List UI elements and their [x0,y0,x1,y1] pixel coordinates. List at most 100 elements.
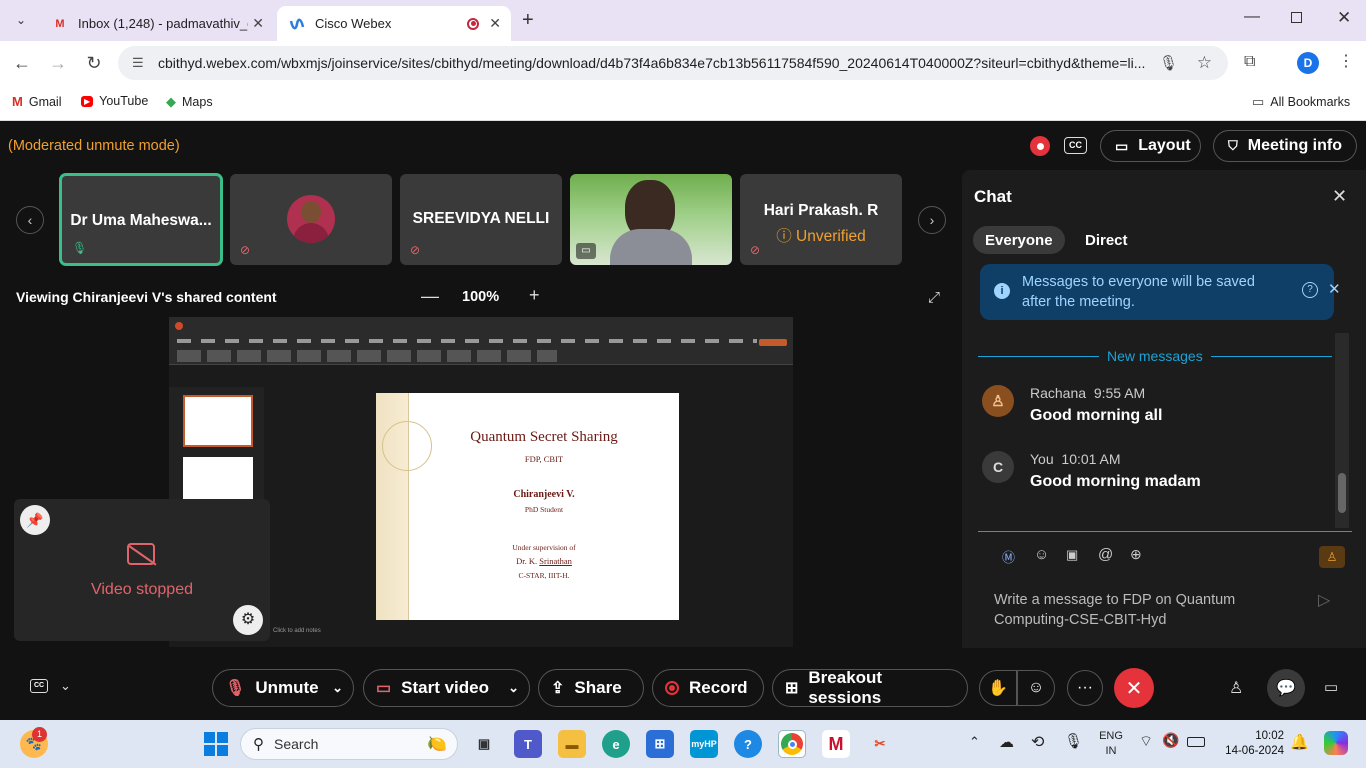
start-video-button[interactable]: ▭ Start video ⌄ [363,669,530,707]
edge-icon[interactable]: e [602,730,630,758]
tab-list-button[interactable]: ⌄ [10,9,32,31]
search-highlight-icon: 🍋 [427,736,447,753]
bookmark-youtube[interactable]: ▶ YouTube [81,94,148,108]
volume-muted-icon[interactable]: 🔇 [1162,732,1179,749]
show-hidden-icons[interactable]: ⌃ [969,734,980,750]
language-indicator[interactable]: ENG IN [1098,729,1124,759]
bookmark-star-icon[interactable]: ☆ [1197,53,1212,73]
taskbar-search[interactable]: ⚲ Search 🍋 [240,728,458,760]
help-icon[interactable]: ? [1302,282,1318,298]
message-text: Good morning madam [1030,473,1201,490]
new-tab-button[interactable]: + [522,9,534,32]
captions-button[interactable]: CC [30,679,48,693]
layout-button[interactable]: ▭ Layout [1100,130,1201,162]
next-participants-button[interactable]: › [918,206,946,234]
notifications-bell-icon[interactable]: 🔔 [1290,733,1309,751]
record-button[interactable]: Record [652,669,764,707]
task-view-icon[interactable]: ▣ [470,730,498,758]
mic-muted-icon: 🎙 [225,680,246,697]
participant-video-tile[interactable]: ▭ [570,174,732,265]
mic-icon[interactable]: 🎙 [1159,54,1178,72]
close-chat-button[interactable]: ✕ [1332,186,1347,207]
browser-menu-icon[interactable]: ⋮ [1338,51,1354,71]
chat-message-input[interactable]: Write a message to FDP on Quantum Comput… [994,590,1314,630]
teams-icon[interactable]: T [514,730,542,758]
chrome-icon[interactable] [778,730,806,758]
maps-icon: ◆ [166,94,176,109]
battery-icon[interactable] [1187,737,1205,747]
reactions-button[interactable]: ☺ [1017,670,1055,706]
minimize-button[interactable]: — [1244,8,1260,26]
close-window-button[interactable]: ✕ [1337,8,1351,28]
forward-button[interactable]: → [48,53,68,74]
chevron-down-icon[interactable]: ⌄ [508,680,519,696]
bookmark-gmail[interactable]: M Gmail [12,94,62,109]
profile-avatar[interactable]: D [1297,52,1319,74]
help-app-icon[interactable]: ? [734,730,762,758]
sync-icon[interactable]: ⟲ [1031,732,1044,752]
mention-icon[interactable]: @ [1098,546,1113,563]
chevron-down-icon[interactable]: ⌄ [60,678,71,694]
attach-icon[interactable]: ⊕ [1130,546,1142,563]
zoom-out-button[interactable]: — [421,286,439,307]
restore-button[interactable] [1291,12,1302,23]
meeting-info-button[interactable]: ⛉ Meeting info [1213,130,1357,162]
browser-tab-bar: ⌄ M Inbox (1,248) - padmavathiv_csé ✕ Ci… [0,0,1366,41]
close-notice-icon[interactable]: ✕ [1328,280,1341,300]
folder-icon: ▭ [1252,94,1265,109]
start-button[interactable] [202,730,230,758]
clock-date: 14-06-2024 [1225,745,1284,757]
close-tab-icon[interactable]: ✕ [489,15,501,32]
unmute-button[interactable]: 🎙 Unmute ⌄ [212,669,354,707]
tab-direct[interactable]: Direct [1073,226,1140,254]
mic-tray-icon[interactable]: 🎙 [1064,732,1083,750]
recording-indicator-icon [1030,136,1050,156]
all-bookmarks[interactable]: ▭ All Bookmarks [1252,94,1350,110]
share-button[interactable]: ⇪ Share [538,669,644,707]
leave-meeting-button[interactable]: ✕ [1114,668,1154,708]
site-info-icon[interactable]: ☰ [132,55,144,71]
expand-icon[interactable]: ⤢ [928,289,940,306]
reload-button[interactable]: ↻ [84,53,104,74]
raise-hand-button[interactable]: ✋ [979,670,1017,706]
gif-icon[interactable]: ▣ [1066,547,1078,563]
closed-caption-icon[interactable]: CC [1064,137,1087,154]
zoom-in-button[interactable]: + [529,285,540,306]
store-icon[interactable]: ⊞ [646,730,674,758]
clock[interactable]: 10:02 14-06-2024 [1216,729,1284,759]
more-options-button[interactable]: ··· [1067,670,1103,706]
url-field[interactable]: ☰ cbithyd.webex.com/wbxmjs/joinservice/s… [118,46,1228,80]
format-icon[interactable]: Ⓜ [1002,547,1015,566]
participant-tile[interactable]: SREEVIDYA NELLI ⊘ [400,174,562,265]
back-button[interactable]: ← [12,53,32,74]
tab-gmail[interactable]: M Inbox (1,248) - padmavathiv_csé ✕ [40,6,274,41]
send-icon[interactable]: ▷ [1318,590,1330,610]
participant-tile[interactable]: Dr Uma Maheswa... 🎙 [60,174,222,265]
mcafee-icon[interactable]: M [822,730,850,758]
chat-scrollbar[interactable] [1335,333,1349,528]
prev-participants-button[interactable]: ‹ [16,206,44,234]
participant-tile[interactable]: ⊘ [230,174,392,265]
myhp-icon[interactable]: myHP [690,730,718,758]
copilot-icon[interactable] [1324,731,1348,755]
settings-button[interactable]: ⚙ [233,605,263,635]
participants-icon[interactable]: ♙ [1229,678,1243,698]
url-text: cbithyd.webex.com/wbxmjs/joinservice/sit… [158,55,1146,71]
breakout-sessions-button[interactable]: ⊞ Breakout sessions [772,668,968,707]
wifi-icon[interactable]: ⌔ [1139,732,1153,751]
file-explorer-icon[interactable]: ▬ [558,730,586,758]
privacy-icon[interactable]: ♙ [1319,546,1345,568]
chevron-down-icon[interactable]: ⌄ [332,680,343,696]
extensions-icon[interactable]: ⧉ [1244,53,1255,71]
tab-everyone[interactable]: Everyone [973,226,1065,254]
emoji-icon[interactable]: ☺ [1034,546,1049,563]
snipping-tool-icon[interactable]: ✂ [866,730,894,758]
bookmark-maps[interactable]: ◆ Maps [166,94,213,110]
close-tab-icon[interactable]: ✕ [252,15,264,32]
participant-tile[interactable]: Hari Prakash. R ⓘ Unverified ⊘ [740,174,902,265]
pin-button[interactable]: 📌 [20,505,50,535]
onedrive-icon[interactable]: ☁ [999,733,1014,751]
files-icon[interactable]: ▭ [1324,678,1338,696]
chat-button[interactable]: 💬 [1267,669,1305,707]
tab-webex[interactable]: Cisco Webex ✕ [277,6,511,41]
